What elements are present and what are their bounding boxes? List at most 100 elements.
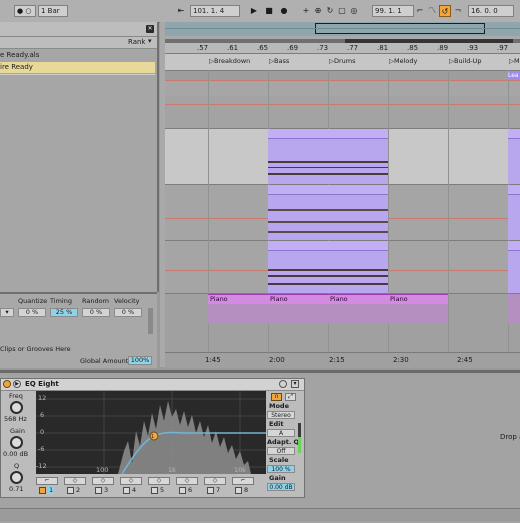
loop-rec-icon[interactable]: ◎ (348, 5, 360, 17)
locator-drums[interactable]: ▷Drums (329, 56, 356, 66)
close-icon[interactable]: ✕ (146, 25, 154, 33)
band-enable-toggle[interactable] (123, 487, 130, 494)
gain-knob[interactable] (10, 436, 23, 449)
draw-mode-icon[interactable]: 〽 (426, 5, 438, 17)
follow-icon[interactable]: ⇤ (175, 5, 187, 17)
gain-value[interactable]: 0.00 dB (3, 450, 28, 458)
band-4[interactable]: ◇ 4 (120, 477, 145, 495)
band-3[interactable]: ◇ 3 (92, 477, 117, 495)
clip-header[interactable] (508, 241, 520, 251)
play-icon[interactable]: ▶ (248, 5, 260, 17)
band-5[interactable]: ◇ 5 (148, 477, 173, 495)
loop-switch-icon[interactable]: ↺ (439, 5, 451, 17)
band-enable-toggle[interactable] (235, 487, 242, 494)
browser-item[interactable]: e Ready.als (0, 50, 155, 61)
midi-clip[interactable] (268, 185, 388, 240)
band-shape-icon[interactable]: ◇ (148, 477, 170, 485)
piano-clip[interactable]: Piano (328, 294, 388, 304)
piano-clip[interactable]: Piano (208, 294, 268, 304)
zoom-icon[interactable]: ⤢ (285, 393, 296, 401)
locator-breakdown[interactable]: ▷Breakdown (209, 56, 250, 66)
punch-in-icon[interactable]: ⌐ (414, 5, 426, 17)
timing-value[interactable]: 25 % (50, 308, 78, 317)
clip-header[interactable] (268, 185, 388, 195)
automation-line[interactable] (165, 104, 520, 105)
overdub-icon[interactable]: + (300, 5, 312, 17)
automation-icon[interactable]: ⊕ (312, 5, 324, 17)
headphone-icon[interactable]: ∩ (271, 393, 282, 401)
velocity-value[interactable]: 0 % (114, 308, 142, 317)
loop-start-field[interactable]: 99. 1. 1 (372, 5, 414, 17)
time-ruler[interactable]: 1:45 2:00 2:15 2:30 2:45 (165, 352, 520, 368)
band-8[interactable]: ⌐ 8 (232, 477, 257, 495)
band-number[interactable]: 6 (188, 486, 192, 494)
global-amount-value[interactable]: 100% (128, 356, 152, 365)
midi-clip[interactable] (268, 241, 388, 293)
midi-clip[interactable] (508, 129, 520, 184)
band-shape-icon[interactable]: ◇ (92, 477, 114, 485)
band-enable-toggle[interactable] (39, 487, 46, 494)
band-shape-icon[interactable]: ◇ (176, 477, 198, 485)
loop-length-field[interactable]: 16. 0. 0 (468, 5, 514, 17)
scale-value[interactable]: 100 % (267, 465, 295, 473)
clip-header[interactable] (268, 129, 388, 139)
eq-title-bar[interactable]: ▶ EQ Eight ▾ (1, 379, 304, 391)
band-number[interactable]: 1 (48, 486, 55, 494)
piano-clip-body[interactable] (508, 294, 520, 324)
loop-brace[interactable] (345, 39, 513, 43)
browser-item-selected[interactable]: ire Ready (0, 62, 155, 73)
groove-scrollbar[interactable] (148, 308, 153, 334)
band-enable-toggle[interactable] (151, 487, 158, 494)
band-2[interactable]: ◇ 2 (64, 477, 89, 495)
band-enable-toggle[interactable] (207, 487, 214, 494)
midi-clip[interactable] (508, 185, 520, 240)
band-1[interactable]: ⌐ 1 (36, 477, 61, 495)
hot-swap-icon[interactable] (279, 380, 287, 388)
band-shape-icon[interactable]: ◇ (64, 477, 86, 485)
quantize-value[interactable]: 0 % (18, 308, 46, 317)
band-shape-icon[interactable]: ⌐ (232, 477, 254, 485)
device-on-icon[interactable] (3, 380, 11, 388)
clip-header[interactable] (268, 241, 388, 251)
band-shape-icon[interactable]: ◇ (204, 477, 226, 485)
midi-clip[interactable] (508, 241, 520, 293)
q-value[interactable]: 0.71 (9, 485, 23, 493)
band-number[interactable]: 2 (76, 486, 80, 494)
adaptive-q-toggle[interactable]: Off (267, 447, 295, 455)
band-enable-toggle[interactable] (67, 487, 74, 494)
track-lane-2[interactable] (165, 80, 520, 96)
band-number[interactable]: 3 (104, 486, 108, 494)
band-enable-toggle[interactable] (179, 487, 186, 494)
band-7[interactable]: ◇ 7 (204, 477, 229, 495)
quantize-menu[interactable]: 1 Bar (38, 5, 68, 17)
column-sort-icon[interactable]: ▾ (148, 37, 152, 45)
rank-column-label[interactable]: Rank (128, 38, 146, 46)
beat-ruler[interactable]: .57 .61 .65 .69 .73 .77 .81 .85 .89 .93 … (165, 39, 520, 54)
automation-line[interactable] (165, 80, 520, 81)
freq-value[interactable]: 568 Hz (4, 415, 27, 423)
random-value[interactable]: 0 % (82, 308, 110, 317)
piano-clip[interactable]: Piano (388, 294, 448, 304)
edit-select[interactable]: A (267, 429, 295, 437)
band-number[interactable]: 7 (216, 486, 220, 494)
eq-spectrum-display[interactable]: 1 12 6 0 -6 -12 100 1k 10k (36, 391, 266, 474)
expand-icon[interactable]: ▶ (13, 380, 21, 388)
clip-header[interactable] (508, 185, 520, 195)
midi-clip[interactable] (268, 129, 388, 184)
locator-build-up[interactable]: ▷Build-Up (449, 56, 482, 66)
clip-header[interactable] (508, 129, 520, 139)
groove-selector[interactable]: ▾ (0, 308, 14, 317)
re-enable-icon[interactable]: ↻ (324, 5, 336, 17)
arrangement-position[interactable]: 101. 1. 4 (190, 5, 240, 17)
mode-select[interactable]: Stereo (267, 411, 295, 419)
band-6[interactable]: ◇ 6 (176, 477, 201, 495)
stop-icon[interactable]: ■ (263, 5, 275, 17)
locator-bass[interactable]: ▷Bass (269, 56, 289, 66)
band-shape-icon[interactable]: ⌐ (36, 477, 58, 485)
capture-icon[interactable]: ▢ (336, 5, 348, 17)
record-icon[interactable]: ● (278, 5, 290, 17)
arrangement-overview[interactable] (165, 22, 520, 36)
metronome-menu[interactable]: ● ○ (14, 5, 36, 17)
locator-melody[interactable]: ▷Melody (389, 56, 417, 66)
band-enable-toggle[interactable] (95, 487, 102, 494)
